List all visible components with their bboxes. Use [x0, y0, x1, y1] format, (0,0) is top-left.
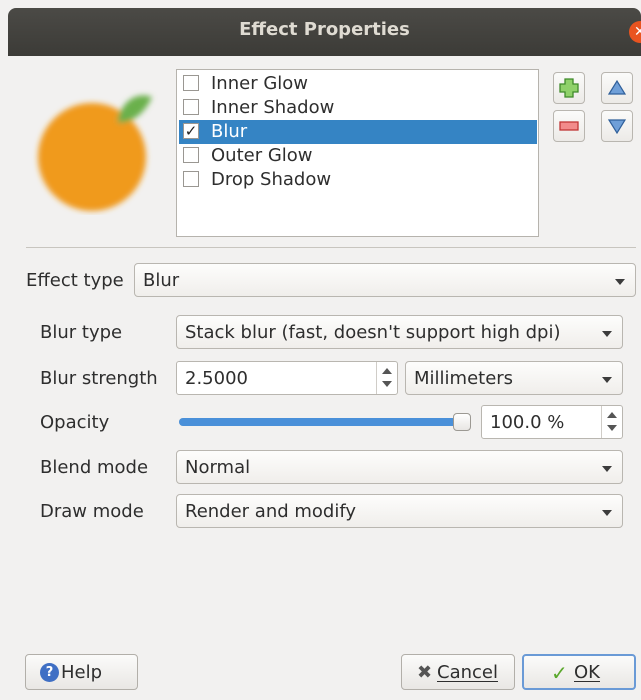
- help-icon: ?: [40, 663, 59, 682]
- cancel-button[interactable]: ✖ Cancel: [401, 654, 515, 690]
- blur-strength-label: Blur strength: [40, 368, 158, 389]
- draw-mode-label: Draw mode: [40, 501, 144, 522]
- blur-strength-value: 2.5000: [185, 368, 248, 389]
- unit-select[interactable]: Millimeters: [405, 361, 623, 395]
- chevron-down-icon: [602, 466, 612, 472]
- opacity-spinbox[interactable]: 100.0 %: [481, 405, 623, 439]
- chevron-down-icon: [615, 279, 625, 285]
- effect-type-select[interactable]: Blur: [134, 263, 636, 297]
- spin-down-icon[interactable]: [607, 425, 617, 431]
- checkbox[interactable]: [183, 147, 199, 163]
- blur-strength-spinbox[interactable]: 2.5000: [176, 361, 398, 395]
- list-item[interactable]: Inner Shadow: [179, 96, 537, 120]
- checkbox[interactable]: [183, 99, 199, 115]
- effect-list[interactable]: Inner Glow Inner Shadow ✓ Blur Outer Glo…: [176, 69, 539, 237]
- close-icon: ✖: [417, 662, 433, 683]
- draw-mode-value: Render and modify: [185, 501, 357, 522]
- move-down-button[interactable]: [601, 110, 633, 142]
- arrow-up-icon: [607, 79, 627, 95]
- list-item[interactable]: Drop Shadow: [179, 168, 537, 192]
- blend-mode-label: Blend mode: [40, 457, 149, 478]
- blend-mode-select[interactable]: Normal: [176, 450, 623, 484]
- ok-button-label: OK: [574, 662, 600, 683]
- spin-buttons[interactable]: [601, 406, 622, 438]
- opacity-slider-handle[interactable]: [453, 413, 471, 431]
- help-button-label: Help: [61, 662, 103, 683]
- opacity-value: 100.0 %: [490, 412, 565, 433]
- chevron-down-icon: [602, 510, 612, 516]
- add-effect-button[interactable]: [553, 72, 585, 104]
- list-item[interactable]: Outer Glow: [179, 144, 537, 168]
- chevron-down-icon: [602, 331, 612, 337]
- spin-up-icon[interactable]: [607, 412, 617, 418]
- checkbox[interactable]: [183, 75, 199, 91]
- list-item-label: Outer Glow: [211, 145, 313, 166]
- blur-type-label: Blur type: [40, 322, 123, 343]
- list-item-label: Inner Shadow: [211, 97, 335, 118]
- list-item-label: Blur: [211, 121, 248, 142]
- opacity-slider-fill: [179, 418, 471, 426]
- remove-effect-button[interactable]: [553, 110, 585, 142]
- plus-icon: [559, 78, 579, 98]
- window-title: Effect Properties: [239, 19, 410, 40]
- effect-type-value: Blur: [143, 270, 180, 291]
- separator: [26, 247, 636, 248]
- effect-type-label: Effect type: [26, 270, 124, 291]
- move-up-button[interactable]: [601, 72, 633, 104]
- blend-mode-value: Normal: [185, 457, 251, 478]
- list-item-label: Inner Glow: [211, 73, 309, 94]
- checkmark-icon: ✓: [551, 661, 568, 685]
- spin-up-icon[interactable]: [382, 368, 392, 374]
- effect-preview-image: [38, 95, 152, 211]
- help-button[interactable]: ? Help: [25, 654, 138, 690]
- ok-button[interactable]: ✓ OK: [522, 654, 636, 690]
- unit-value: Millimeters: [414, 368, 514, 389]
- spin-buttons[interactable]: [376, 362, 397, 394]
- cancel-button-label: Cancel: [437, 662, 498, 683]
- draw-mode-select[interactable]: Render and modify: [176, 494, 623, 528]
- opacity-slider-track[interactable]: [179, 418, 471, 426]
- blur-type-value: Stack blur (fast, doesn't support high d…: [185, 322, 561, 343]
- checkbox-checked[interactable]: ✓: [183, 123, 199, 139]
- list-item-label: Drop Shadow: [211, 169, 332, 190]
- opacity-label: Opacity: [40, 412, 110, 433]
- checkbox[interactable]: [183, 171, 199, 187]
- list-item[interactable]: Inner Glow: [179, 72, 537, 96]
- blur-type-select[interactable]: Stack blur (fast, doesn't support high d…: [176, 315, 623, 349]
- minus-icon: [559, 121, 579, 131]
- arrow-down-icon: [607, 119, 627, 135]
- list-item-selected[interactable]: ✓ Blur: [179, 120, 537, 144]
- spin-down-icon[interactable]: [382, 381, 392, 387]
- chevron-down-icon: [602, 377, 612, 383]
- title-bar: Effect Properties ✕: [8, 8, 641, 56]
